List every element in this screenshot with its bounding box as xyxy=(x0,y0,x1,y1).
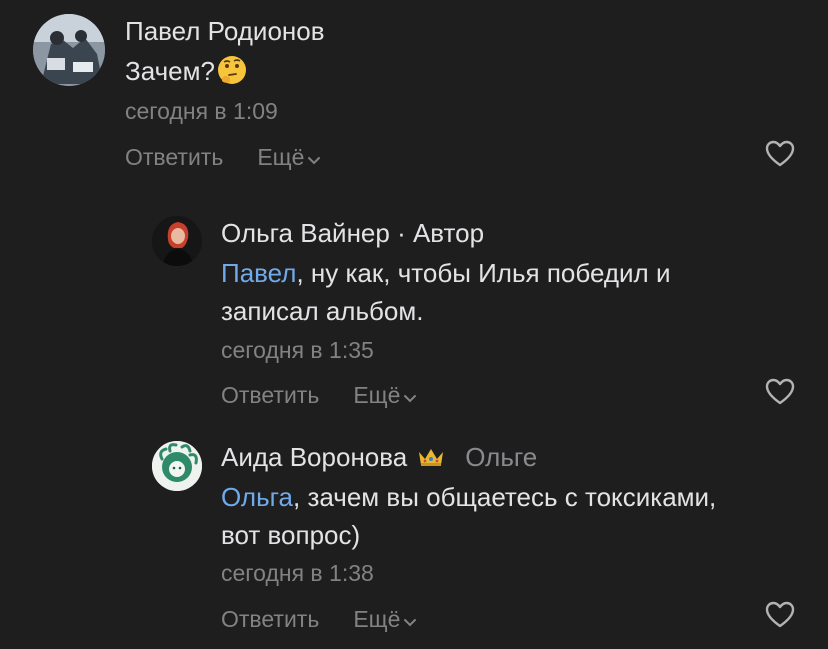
chevron-down-icon xyxy=(403,607,417,634)
reply-to-name[interactable]: Ольге xyxy=(465,442,537,472)
author-role-badge: Автор xyxy=(412,218,485,248)
avatar-pavel[interactable] xyxy=(33,14,105,86)
avatar-photo-icon xyxy=(152,441,202,491)
comment-aida: Аида Воронова Ольге Ольга, зачем вы общае… xyxy=(0,420,828,649)
chevron-down-icon xyxy=(307,145,321,172)
mention-link[interactable]: Ольга xyxy=(221,482,293,512)
comment-olga: Ольга Вайнер · Автор Павел, ну как, чтоб… xyxy=(0,190,828,420)
comment-text-line1: , зачем вы общаетесь с токсиками, xyxy=(293,482,717,512)
more-label: Ещё xyxy=(353,382,401,408)
author-name[interactable]: Ольга Вайнер xyxy=(221,218,390,248)
like-button[interactable] xyxy=(765,601,795,629)
comment-text-line1: , ну как, чтобы Илья победил и xyxy=(296,258,671,288)
heart-icon xyxy=(765,140,795,167)
author-name[interactable]: Павел Родионов xyxy=(125,16,325,47)
comment-time: сегодня в 1:38 xyxy=(221,560,374,586)
reply-button[interactable]: Ответить xyxy=(221,382,319,409)
mention-link[interactable]: Павел xyxy=(221,258,296,288)
heart-icon xyxy=(765,378,795,405)
crown-icon xyxy=(417,444,445,475)
more-label: Ещё xyxy=(257,144,305,170)
author-line: Ольга Вайнер · Автор xyxy=(221,218,484,249)
author-name[interactable]: Аида Воронова xyxy=(221,442,407,472)
comment-actions: Ответить Ещё xyxy=(221,605,417,634)
comment-actions: Ответить Ещё xyxy=(125,143,321,172)
like-button[interactable] xyxy=(765,140,795,168)
chevron-down-icon xyxy=(403,383,417,410)
reply-button[interactable]: Ответить xyxy=(221,606,319,633)
comment-text: Павел, ну как, чтобы Илья победил и запи… xyxy=(221,254,670,330)
avatar-olga[interactable] xyxy=(152,216,202,266)
thinking-face-icon xyxy=(216,54,248,96)
avatar-aida[interactable] xyxy=(152,441,202,491)
comment-text-content: Зачем? xyxy=(125,56,215,86)
comment-text-line2: вот вопрос) xyxy=(221,520,361,550)
more-button[interactable]: Ещё xyxy=(257,143,321,172)
author-separator: · xyxy=(389,218,413,248)
more-button[interactable]: Ещё xyxy=(353,381,417,410)
comment-text: Зачем? xyxy=(125,52,248,96)
heart-icon xyxy=(765,601,795,628)
avatar-photo-icon xyxy=(152,216,202,266)
author-line: Аида Воронова Ольге xyxy=(221,442,537,475)
reply-button[interactable]: Ответить xyxy=(125,144,223,171)
avatar-photo-icon xyxy=(33,14,105,86)
comment-text: Ольга, зачем вы общаетесь с токсиками, в… xyxy=(221,478,716,554)
comment-time: сегодня в 1:09 xyxy=(125,98,278,124)
comment-actions: Ответить Ещё xyxy=(221,381,417,410)
comment-time: сегодня в 1:35 xyxy=(221,337,374,363)
comment-pavel: Павел Родионов Зачем? сегодня в 1:09 Отв… xyxy=(0,0,828,190)
comment-text-line2: записал альбом. xyxy=(221,296,424,326)
like-button[interactable] xyxy=(765,378,795,406)
more-button[interactable]: Ещё xyxy=(353,605,417,634)
more-label: Ещё xyxy=(353,606,401,632)
